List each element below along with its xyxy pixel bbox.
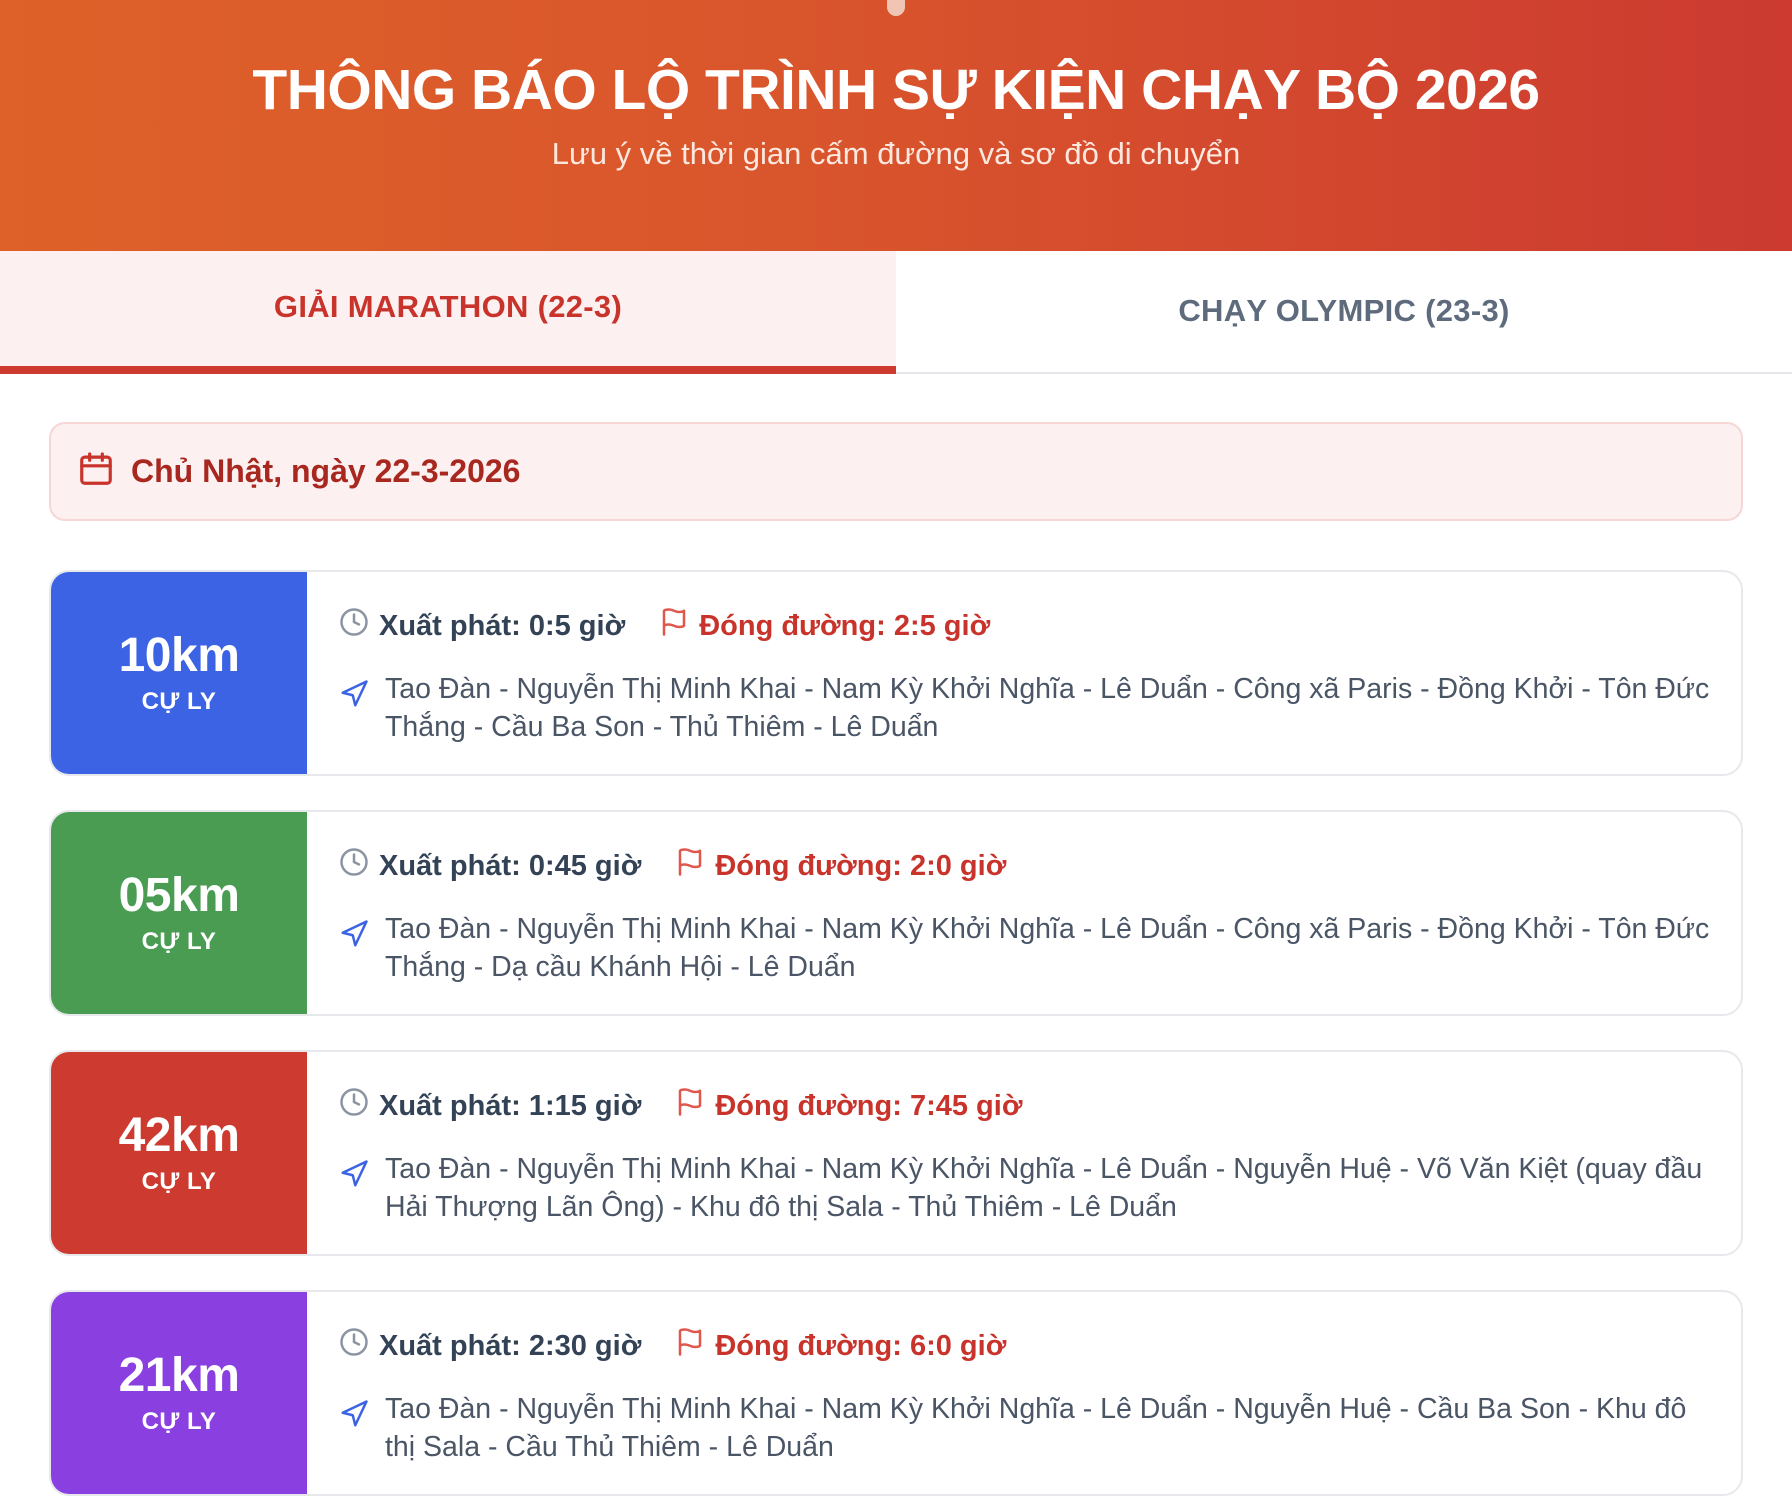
date-text: Chủ Nhật, ngày 22-3-2026 [131, 453, 521, 489]
start-time: Xuất phát: 2:30 giờ [339, 1327, 641, 1365]
clock-icon [339, 1087, 379, 1125]
route-times: Xuất phát: 1:15 giờ Đóng đường: 7:45 giờ [339, 1086, 1711, 1126]
page-title: THÔNG BÁO LỘ TRÌNH SỰ KIỆN CHẠY BỘ 2026 [252, 58, 1540, 122]
start-time: Xuất phát: 0:45 giờ [339, 847, 641, 885]
page-header: THÔNG BÁO LỘ TRÌNH SỰ KIỆN CHẠY BỘ 2026 … [0, 0, 1792, 251]
clock-icon [339, 1327, 379, 1365]
flag-icon [675, 1327, 715, 1365]
route-path-text: Tao Đàn - Nguyễn Thị Minh Khai - Nam Kỳ … [385, 1153, 1703, 1223]
distance-badge: 05km CỰ LY [51, 812, 307, 1014]
distance-label: CỰ LY [141, 1408, 217, 1435]
navigation-icon [339, 910, 385, 986]
page-subtitle: Lưu ý về thời gian cấm đường và sơ đồ di… [551, 136, 1241, 171]
close-time: Đóng đường: 2:0 giờ [675, 847, 1006, 885]
distance-value: 10km [118, 629, 240, 682]
route-list: 10km CỰ LY Xuất phát: 0:5 giờ Đóng đường… [49, 570, 1743, 1496]
route-card: 21km CỰ LY Xuất phát: 2:30 giờ Đóng đườn… [49, 1290, 1743, 1496]
close-time-text: Đóng đường: 6:0 giờ [715, 1329, 1007, 1362]
navigation-icon [339, 670, 385, 746]
route-path-text: Tao Đàn - Nguyễn Thị Minh Khai - Nam Kỳ … [385, 913, 1710, 983]
flag-icon [675, 1087, 715, 1125]
route-path-text: Tao Đàn - Nguyễn Thị Minh Khai - Nam Kỳ … [385, 1393, 1687, 1463]
distance-label: CỰ LY [141, 1168, 217, 1195]
close-time: Đóng đường: 7:45 giờ [675, 1087, 1022, 1125]
route-path: Tao Đàn - Nguyễn Thị Minh Khai - Nam Kỳ … [339, 1150, 1711, 1226]
route-path-text: Tao Đàn - Nguyễn Thị Minh Khai - Nam Kỳ … [385, 673, 1710, 743]
navigation-icon [339, 1390, 385, 1466]
start-time-text: Xuất phát: 2:30 giờ [379, 1329, 642, 1362]
distance-value: 05km [118, 869, 240, 922]
route-card: 10km CỰ LY Xuất phát: 0:5 giờ Đóng đường… [49, 570, 1743, 776]
tab-bar: GIẢI MARATHON (22-3) CHẠY OLYMPIC (23-3) [0, 251, 1792, 374]
route-card: 05km CỰ LY Xuất phát: 0:45 giờ Đóng đườn… [49, 810, 1743, 1016]
navigation-icon [339, 1150, 385, 1226]
start-time-text: Xuất phát: 0:5 giờ [379, 609, 626, 642]
route-info: Xuất phát: 2:30 giờ Đóng đường: 6:0 giờ [307, 1292, 1741, 1494]
start-time: Xuất phát: 1:15 giờ [339, 1087, 641, 1125]
close-time-text: Đóng đường: 2:0 giờ [715, 849, 1007, 882]
clock-icon [339, 607, 379, 645]
distance-value: 42km [118, 1109, 240, 1162]
clock-icon [339, 847, 379, 885]
route-times: Xuất phát: 0:45 giờ Đóng đường: 2:0 giờ [339, 846, 1711, 886]
distance-badge: 42km CỰ LY [51, 1052, 307, 1254]
route-path: Tao Đàn - Nguyễn Thị Minh Khai - Nam Kỳ … [339, 670, 1711, 746]
route-times: Xuất phát: 0:5 giờ Đóng đường: 2:5 giờ [339, 606, 1711, 646]
distance-label: CỰ LY [141, 928, 217, 955]
main-content: Chủ Nhật, ngày 22-3-2026 10km CỰ LY Xuất… [0, 374, 1792, 1496]
route-path: Tao Đàn - Nguyễn Thị Minh Khai - Nam Kỳ … [339, 910, 1711, 986]
route-info: Xuất phát: 1:15 giờ Đóng đường: 7:45 giờ [307, 1052, 1741, 1254]
flag-icon [675, 847, 715, 885]
distance-badge: 10km CỰ LY [51, 572, 307, 774]
route-info: Xuất phát: 0:45 giờ Đóng đường: 2:0 giờ [307, 812, 1741, 1014]
route-card: 42km CỰ LY Xuất phát: 1:15 giờ Đóng đườn… [49, 1050, 1743, 1256]
close-time: Đóng đường: 2:5 giờ [659, 607, 990, 645]
start-time-text: Xuất phát: 1:15 giờ [379, 1089, 642, 1122]
route-path: Tao Đàn - Nguyễn Thị Minh Khai - Nam Kỳ … [339, 1390, 1711, 1466]
route-times: Xuất phát: 2:30 giờ Đóng đường: 6:0 giờ [339, 1326, 1711, 1366]
start-time-text: Xuất phát: 0:45 giờ [379, 849, 642, 882]
route-info: Xuất phát: 0:5 giờ Đóng đường: 2:5 giờ T… [307, 572, 1741, 774]
date-banner: Chủ Nhật, ngày 22-3-2026 [49, 422, 1743, 521]
distance-badge: 21km CỰ LY [51, 1292, 307, 1494]
start-time: Xuất phát: 0:5 giờ [339, 607, 625, 645]
close-time-text: Đóng đường: 7:45 giờ [715, 1089, 1023, 1122]
close-time-text: Đóng đường: 2:5 giờ [699, 609, 991, 642]
distance-value: 21km [118, 1349, 240, 1402]
tab-olympic[interactable]: CHẠY OLYMPIC (23-3) [896, 251, 1792, 372]
flag-icon [659, 607, 699, 645]
distance-label: CỰ LY [141, 688, 217, 715]
close-time: Đóng đường: 6:0 giờ [675, 1327, 1006, 1365]
calendar-icon [77, 450, 115, 493]
tab-marathon[interactable]: GIẢI MARATHON (22-3) [0, 251, 896, 374]
